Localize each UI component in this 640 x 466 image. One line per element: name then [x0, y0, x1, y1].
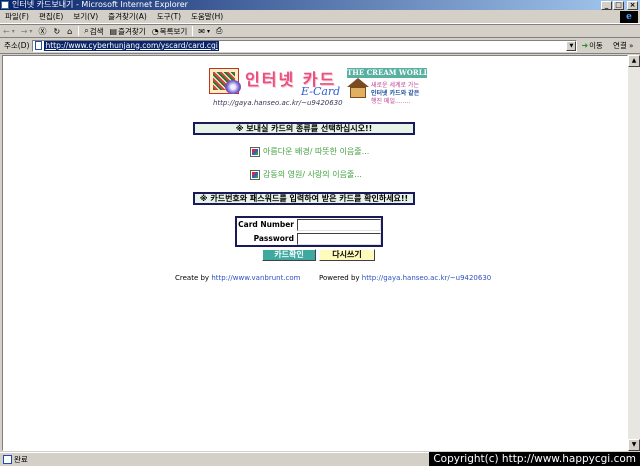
confirm-card-button[interactable]: 카드확인 [262, 249, 316, 261]
links-button[interactable]: 연결 » [613, 40, 634, 51]
cream-world-logo: THE CREAM WORLD 새로운 세계로 가는 인터넷 카드와 같은 행진… [347, 68, 430, 110]
menu-view[interactable]: 보기(V) [68, 11, 103, 22]
ie-logo-icon: e [620, 11, 638, 23]
card-link-background[interactable]: 아름다운 배경/ 따뜻한 이음줄... [250, 146, 369, 157]
rewrite-button[interactable]: 다시쓰기 [319, 249, 375, 261]
menu-edit[interactable]: 편집(E) [34, 11, 68, 22]
toolbar-separator [78, 26, 80, 36]
address-input[interactable]: http://www.cyberhunjang.com/yscard/card.… [32, 39, 578, 52]
create-link[interactable]: http://www.vanbrunt.com [211, 274, 300, 282]
login-form: Card Number Password [235, 216, 383, 247]
print-icon: ⎙ [216, 26, 223, 35]
search-label: 검색 [89, 26, 104, 36]
banner-url: http://gaya.hanseo.ac.kr/~u9420630 [213, 99, 343, 107]
dropdown-arrow-icon: ▾ [29, 27, 33, 35]
house-roof [347, 78, 369, 87]
mail-icon: ✉ [198, 26, 205, 36]
favorites-button[interactable]: ▤ 즐겨찾기 [107, 26, 149, 37]
back-arrow-icon: ← [3, 26, 10, 36]
menu-favorites[interactable]: 즐겨찾기(A) [103, 11, 152, 22]
page-icon [35, 41, 43, 50]
links-label: 연결 [612, 41, 627, 50]
home-button[interactable]: ⌂ [64, 27, 76, 36]
ie-page-icon [1, 1, 9, 9]
maximize-button[interactable]: □ [613, 0, 624, 10]
chevron-right-icon: » [629, 42, 634, 50]
status-text: 완료 [14, 455, 28, 464]
go-button[interactable]: ➜ 이동 [581, 40, 603, 51]
vertical-scrollbar[interactable]: ▲ ▼ [628, 55, 640, 451]
copyright-watermark: Copyright(c) http://www.happycgi.com [429, 452, 640, 466]
password-row: Password [237, 233, 381, 246]
menu-tools[interactable]: 도구(T) [152, 11, 186, 22]
card-link-label: 아름다운 배경/ 따뜻한 이음줄... [263, 147, 370, 156]
card-icon [250, 146, 260, 157]
favorites-icon: ▤ [109, 26, 118, 36]
favorites-label: 즐겨찾기 [118, 26, 146, 36]
address-label: 주소(D) [4, 41, 30, 50]
globe-icon [225, 80, 241, 94]
address-dropdown-button[interactable]: ▼ [566, 40, 577, 51]
go-arrow-icon: ➜ [581, 41, 589, 50]
house-icon [347, 78, 369, 100]
window-controls: _ □ × [601, 0, 638, 10]
dropdown-arrow-icon: ▾ [206, 27, 210, 35]
menu-help[interactable]: 도움말(H) [186, 11, 228, 22]
card-number-row: Card Number [237, 219, 381, 232]
refresh-icon: ↻ [53, 26, 61, 36]
search-button[interactable]: ⌕ 검색 [81, 26, 106, 37]
powered-prefix: Powered by [318, 274, 360, 282]
scroll-down-icon[interactable]: ▼ [628, 439, 640, 451]
card-link-label: 감동의 영원/ 사랑의 이음줄... [263, 170, 362, 179]
create-prefix: Create by [175, 274, 210, 282]
logo-title: THE CREAM WORLD [347, 68, 430, 78]
forward-arrow-icon: → [20, 26, 28, 36]
card-number-label: Card Number [238, 220, 294, 229]
window-title: 인터넷 카드보내기 - Microsoft Internet Explorer [12, 0, 188, 9]
search-icon: ⌕ [84, 26, 89, 35]
scroll-up-icon[interactable]: ▲ [628, 55, 640, 67]
select-card-header: ※ 보내실 카드의 종류를 선택하십시오!! [193, 122, 415, 135]
close-button[interactable]: × [627, 0, 638, 10]
toolbar-separator [192, 26, 194, 36]
print-button[interactable]: ⎙ [213, 26, 226, 36]
go-label: 이동 [589, 41, 603, 50]
mail-button[interactable]: ✉ ▾ [195, 27, 213, 36]
address-bar: 주소(D) http://www.cyberhunjang.com/yscard… [0, 38, 640, 54]
card-link-love[interactable]: 감동의 영원/ 사랑의 이음줄... [250, 169, 362, 180]
forward-button[interactable]: → ▾ [18, 27, 36, 36]
banner-subtitle: E-Card [301, 85, 341, 98]
footer-credits: Create by http://www.vanbrunt.com Powere… [175, 274, 491, 282]
card-icon [250, 169, 260, 180]
password-input[interactable] [297, 233, 381, 245]
house-body [350, 87, 366, 98]
dropdown-arrow-icon: ▾ [11, 27, 15, 35]
menu-file[interactable]: 파일(F) [0, 11, 34, 22]
page-done-icon [3, 455, 12, 464]
history-label: 목록보기 [159, 26, 188, 36]
refresh-button[interactable]: ↻ [50, 27, 64, 36]
back-button[interactable]: ← ▾ [0, 27, 18, 36]
confirm-card-header: ※ 카드번호와 패스워드를 입력하여 받은 카드를 확인하세요!! [193, 192, 415, 205]
stop-icon: Ⓧ [38, 26, 47, 36]
history-icon: ◔ [151, 26, 159, 36]
powered-link[interactable]: http://gaya.hanseo.ac.kr/~u9420630 [362, 274, 491, 282]
page-viewport: 인터넷 카드 E-Card http://gaya.hanseo.ac.kr/~… [2, 55, 628, 451]
home-icon: ⌂ [67, 26, 73, 36]
address-url[interactable]: http://www.cyberhunjang.com/yscard/card.… [44, 40, 219, 51]
stop-button[interactable]: Ⓧ [35, 26, 50, 37]
menu-bar: 파일(F) 편집(E) 보기(V) 즐겨찾기(A) 도구(T) 도움말(H) [0, 10, 640, 24]
standard-toolbar: ← ▾ → ▾ Ⓧ ↻ ⌂ ⌕ 검색 ▤ 즐겨찾기 ◔ 목록보기 ✉ ▾ ⎙ [0, 24, 640, 38]
password-label: Password [253, 234, 294, 243]
window-titlebar[interactable]: 인터넷 카드보내기 - Microsoft Internet Explorer … [0, 0, 640, 10]
logo-line-3: 행진 메일........ [371, 98, 411, 105]
card-number-input[interactable] [297, 219, 381, 231]
minimize-button[interactable]: _ [601, 0, 612, 10]
history-button[interactable]: ◔ 목록보기 [149, 26, 191, 37]
